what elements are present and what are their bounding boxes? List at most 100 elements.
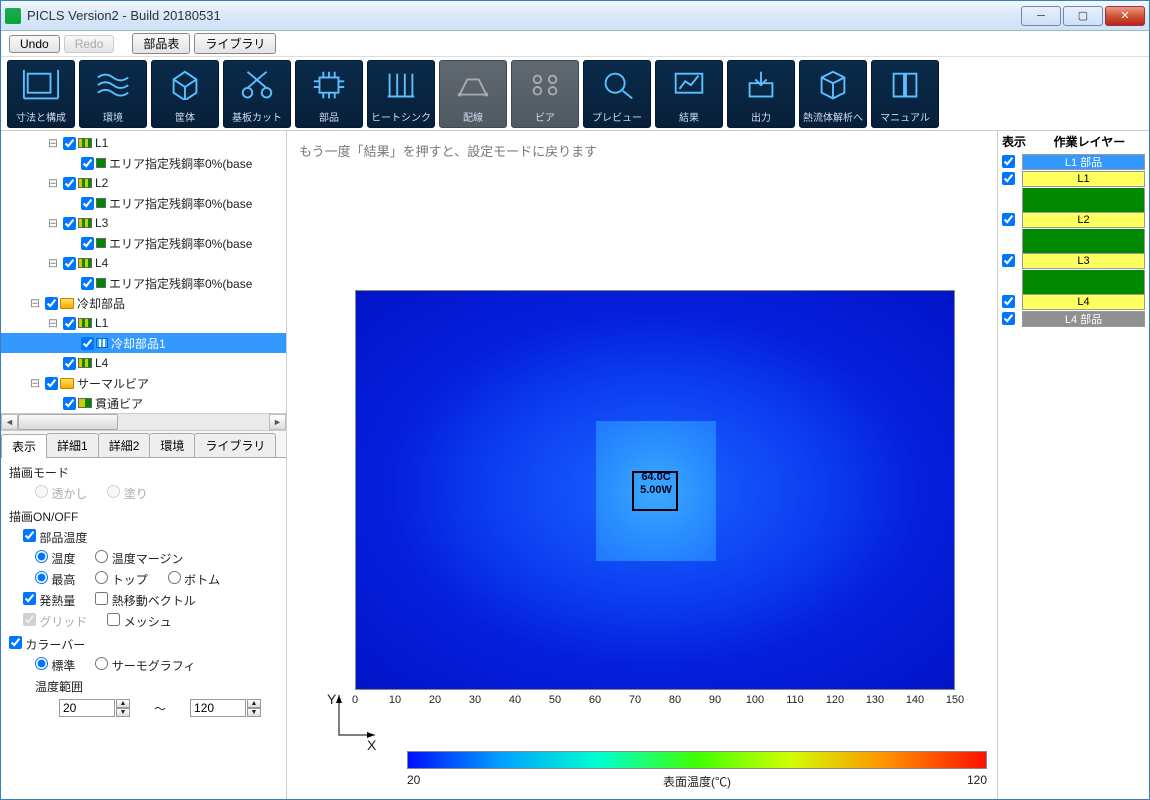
ribbon-manual[interactable]: マニュアル — [871, 60, 939, 128]
mesh-checkbox[interactable] — [107, 613, 120, 626]
layer-item[interactable]: L3 — [1022, 253, 1145, 269]
spin-down-icon[interactable]: ▼ — [247, 708, 261, 717]
top-radio[interactable] — [95, 571, 108, 584]
titlebar[interactable]: PICLS Version2 - Build 20180531 ─ ▢ ✕ — [1, 1, 1149, 31]
tree-checkbox[interactable] — [45, 297, 58, 310]
undo-button[interactable]: Undo — [9, 35, 60, 53]
temp-margin-radio[interactable] — [95, 550, 108, 563]
tab-4[interactable]: ライブラリ — [194, 433, 276, 457]
tree-node[interactable]: 冷却部品1 — [1, 333, 286, 353]
tab-2[interactable]: 詳細2 — [98, 433, 151, 457]
temp-radio[interactable] — [35, 550, 48, 563]
tab-1[interactable]: 詳細1 — [46, 433, 99, 457]
spin-down-icon[interactable]: ▼ — [116, 708, 130, 717]
tree-checkbox[interactable] — [63, 357, 76, 370]
viewport[interactable]: もう一度「結果」を押すと、設定モードに戻ります 64.0C 5.00W 0102… — [287, 131, 997, 799]
tree-checkbox[interactable] — [63, 177, 76, 190]
layer-checkbox[interactable] — [1002, 155, 1015, 168]
layer-item[interactable]: L1 部品 — [1022, 154, 1145, 170]
tree-node[interactable]: ⊟L1 — [1, 133, 286, 153]
spin-up-icon[interactable]: ▲ — [116, 699, 130, 708]
tree-checkbox[interactable] — [63, 397, 76, 410]
heat-checkbox[interactable] — [23, 592, 36, 605]
library-button[interactable]: ライブラリ — [194, 33, 276, 54]
layer-checkbox[interactable] — [1002, 295, 1015, 308]
tree-checkbox[interactable] — [63, 137, 76, 150]
layer-item[interactable]: L1 — [1022, 171, 1145, 187]
tree-checkbox[interactable] — [63, 217, 76, 230]
layer-item[interactable]: L4 部品 — [1022, 311, 1145, 327]
standard-radio[interactable] — [35, 657, 48, 670]
tree-checkbox[interactable] — [63, 317, 76, 330]
tree-twisty-icon[interactable]: ⊟ — [45, 136, 61, 150]
maximize-button[interactable]: ▢ — [1063, 6, 1103, 26]
tree-checkbox[interactable] — [81, 197, 94, 210]
scroll-thumb[interactable] — [18, 414, 118, 430]
tree-node[interactable]: ⊟L3 — [1, 213, 286, 233]
tree-checkbox[interactable] — [81, 337, 94, 350]
layer-item[interactable]: L4 — [1022, 294, 1145, 310]
scroll-left-icon[interactable]: ◄ — [1, 414, 18, 430]
ribbon-result[interactable]: 結果 — [655, 60, 723, 128]
tree-node[interactable]: ⊟L2 — [1, 173, 286, 193]
tree-node[interactable]: 貫通ビア — [1, 393, 286, 413]
tree-panel[interactable]: ⊟L1エリア指定残銅率0%(base⊟L2エリア指定残銅率0%(base⊟L3エ… — [1, 131, 286, 431]
tree-checkbox[interactable] — [81, 157, 94, 170]
part-temp-checkbox[interactable] — [23, 529, 36, 542]
range-hi-input[interactable] — [190, 699, 246, 717]
tree-twisty-icon[interactable]: ⊟ — [45, 316, 61, 330]
tree-twisty-icon[interactable]: ⊟ — [27, 376, 43, 390]
tree-checkbox[interactable] — [81, 237, 94, 250]
ribbon-enclosure[interactable]: 筐体 — [151, 60, 219, 128]
tree-checkbox[interactable] — [45, 377, 58, 390]
tree-node[interactable]: エリア指定残銅率0%(base — [1, 233, 286, 253]
thermography-radio[interactable] — [95, 657, 108, 670]
tree-node[interactable]: エリア指定残銅率0%(base — [1, 273, 286, 293]
layer-item[interactable]: L2 — [1022, 212, 1145, 228]
ribbon-heatsink[interactable]: ヒートシンク — [367, 60, 435, 128]
layer-checkbox[interactable] — [1002, 254, 1015, 267]
tree-checkbox[interactable] — [81, 277, 94, 290]
layer-checkbox[interactable] — [1002, 312, 1015, 325]
ribbon-environment[interactable]: 環境 — [79, 60, 147, 128]
ribbon-preview[interactable]: プレビュー — [583, 60, 651, 128]
ribbon-label: ビア — [535, 109, 555, 124]
colorbar-checkbox[interactable] — [9, 636, 22, 649]
close-button[interactable]: ✕ — [1105, 6, 1145, 26]
ribbon-to-cfd[interactable]: 熱流体解析へ — [799, 60, 867, 128]
tree-checkbox[interactable] — [63, 257, 76, 270]
max-radio[interactable] — [35, 571, 48, 584]
tab-0[interactable]: 表示 — [1, 434, 47, 458]
x-tick: 40 — [505, 694, 525, 706]
tree-node[interactable]: L4 — [1, 353, 286, 373]
heat-vector-checkbox[interactable] — [95, 592, 108, 605]
tree-hscrollbar[interactable]: ◄ ► — [1, 413, 286, 430]
spin-up-icon[interactable]: ▲ — [247, 699, 261, 708]
tab-3[interactable]: 環境 — [149, 433, 195, 457]
tree-node[interactable]: ⊟L1 — [1, 313, 286, 333]
minimize-button[interactable]: ─ — [1021, 6, 1061, 26]
ribbon-parts[interactable]: 部品 — [295, 60, 363, 128]
range-lo-input[interactable] — [59, 699, 115, 717]
parts-list-button[interactable]: 部品表 — [132, 33, 190, 54]
ribbon-output[interactable]: 出力 — [727, 60, 795, 128]
tree-node[interactable]: ⊟サーマルビア — [1, 373, 286, 393]
tree-twisty-icon[interactable]: ⊟ — [45, 176, 61, 190]
x-tick: 90 — [705, 694, 725, 706]
tree-twisty-icon[interactable]: ⊟ — [45, 256, 61, 270]
x-tick: 130 — [865, 694, 885, 706]
layer-checkbox[interactable] — [1002, 213, 1015, 226]
ribbon-board-cut[interactable]: 基板カット — [223, 60, 291, 128]
layer-checkbox[interactable] — [1002, 172, 1015, 185]
tree-node[interactable]: ⊟冷却部品 — [1, 293, 286, 313]
scroll-right-icon[interactable]: ► — [269, 414, 286, 430]
tree-node[interactable]: エリア指定残銅率0%(base — [1, 153, 286, 173]
ribbon-dimensions[interactable]: 寸法と構成 — [7, 60, 75, 128]
tree-twisty-icon[interactable]: ⊟ — [45, 216, 61, 230]
x-tick: 100 — [745, 694, 765, 706]
tree-node[interactable]: ⊟L4 — [1, 253, 286, 273]
tree-twisty-icon[interactable]: ⊟ — [27, 296, 43, 310]
bottom-radio[interactable] — [168, 571, 181, 584]
tree-node[interactable]: エリア指定残銅率0%(base — [1, 193, 286, 213]
heatmap[interactable]: 64.0C 5.00W — [355, 290, 955, 690]
